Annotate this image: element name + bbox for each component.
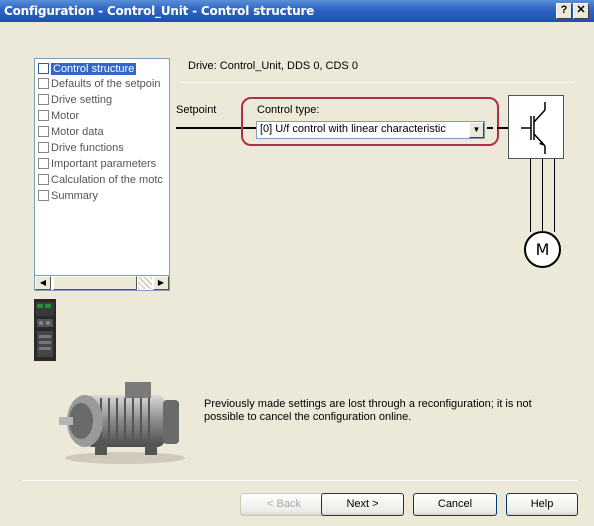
step-label: Summary	[51, 190, 99, 202]
step-item-motor-data[interactable]: Motor data	[38, 125, 169, 140]
step-checkbox	[38, 158, 49, 169]
step-item-defaults-of-setpoint[interactable]: Defaults of the setpoin	[38, 77, 169, 92]
title-bar[interactable]: Configuration - Control_Unit - Control s…	[0, 0, 594, 22]
step-checkbox	[38, 174, 49, 185]
step-checkbox	[38, 142, 49, 153]
step-checkbox	[38, 63, 49, 74]
scroll-track[interactable]	[138, 277, 152, 289]
control-type-value: [0] U/f control with linear characterist…	[260, 123, 446, 135]
scroll-thumb[interactable]	[53, 276, 137, 290]
window-title: Configuration - Control_Unit - Control s…	[4, 4, 315, 18]
scroll-right-icon[interactable]: ▶	[153, 276, 169, 290]
reconfiguration-note: Previously made settings are lost throug…	[204, 398, 532, 423]
step-checkbox	[38, 126, 49, 137]
step-label: Defaults of the setpoin	[51, 78, 161, 90]
configuration-dialog: Configuration - Control_Unit - Control s…	[0, 0, 594, 526]
step-label: Control structure	[51, 63, 137, 75]
motor-m-icon: M	[524, 231, 561, 268]
divider-top	[180, 82, 574, 83]
dash-1	[487, 127, 493, 129]
motor-lead-2	[542, 159, 543, 232]
step-label: Drive functions	[51, 142, 124, 154]
step-checkbox	[38, 190, 49, 201]
step-checkbox	[38, 110, 49, 121]
inverter-igbt-icon	[508, 95, 564, 159]
drive-info: Drive: Control_Unit, DDS 0, CDS 0	[188, 60, 358, 72]
scroll-left-icon[interactable]: ◀	[35, 276, 51, 290]
divider-bottom	[22, 480, 578, 481]
step-checkbox	[38, 94, 49, 105]
motor-lead-3	[554, 159, 555, 232]
step-label: Important parameters	[51, 158, 157, 170]
next-button[interactable]: Next >	[321, 493, 404, 516]
step-label: Drive setting	[51, 94, 113, 106]
step-item-drive-functions[interactable]: Drive functions	[38, 141, 169, 156]
step-list-hscrollbar[interactable]: ◀ ▶	[34, 275, 170, 291]
setpoint-label: Setpoint	[176, 104, 217, 116]
step-checkbox	[38, 78, 49, 89]
drive-unit-image	[34, 299, 56, 361]
step-item-control-structure[interactable]: Control structure	[38, 62, 169, 77]
motor-lead-1	[530, 159, 531, 232]
control-type-dropdown[interactable]: [0] U/f control with linear characterist…	[256, 121, 485, 139]
step-label: Motor data	[51, 126, 104, 138]
back-button[interactable]: < Back	[240, 493, 328, 516]
step-item-drive-setting[interactable]: Drive setting	[38, 93, 169, 108]
motor-image	[59, 382, 185, 464]
step-label: Calculation of the motc	[51, 174, 163, 186]
step-item-summary[interactable]: Summary	[38, 189, 169, 204]
control-type-label: Control type:	[257, 104, 320, 116]
cancel-button[interactable]: Cancel	[413, 493, 497, 516]
step-item-important-parameters[interactable]: Important parameters	[38, 157, 169, 172]
step-item-motor[interactable]: Motor	[38, 109, 169, 124]
igbt-symbol-icon	[521, 102, 546, 154]
help-button[interactable]: Help	[506, 493, 578, 516]
step-item-calculation-of-motor[interactable]: Calculation of the motc	[38, 173, 169, 188]
close-title-button[interactable]: ✕	[573, 3, 589, 19]
help-title-button[interactable]: ?	[556, 3, 572, 19]
chevron-down-icon[interactable]: ▼	[469, 122, 484, 138]
step-list: Control structure Defaults of the setpoi…	[34, 58, 170, 291]
step-label: Motor	[51, 110, 80, 122]
